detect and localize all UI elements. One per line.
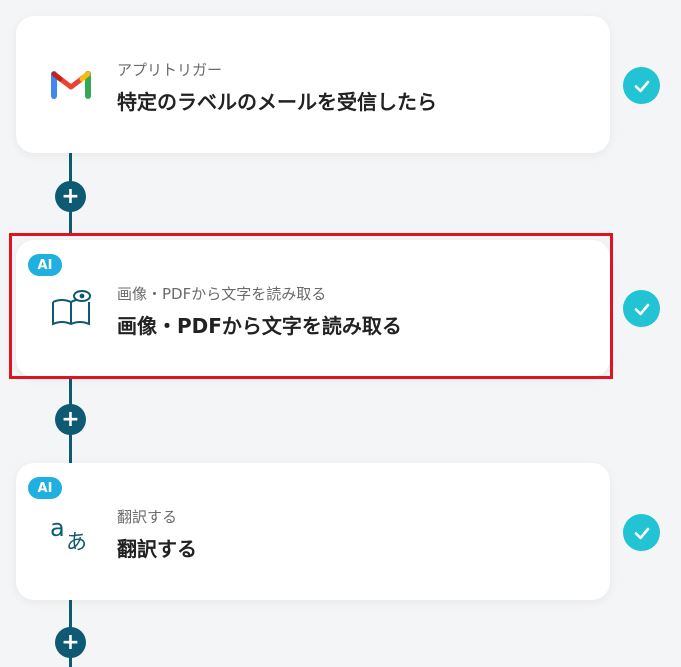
step-sublabel: 画像・PDFから文字を読み取る <box>117 285 327 303</box>
step-sublabel: 翻訳する <box>117 508 178 526</box>
svg-text:あ: あ <box>66 530 87 553</box>
step-title: 特定のラベルのメールを受信したら <box>117 90 437 114</box>
book-eye-icon <box>49 286 93 330</box>
ai-badge: AI <box>28 254 62 276</box>
add-step-button[interactable]: + <box>55 404 86 435</box>
step-title: 画像・PDFから文字を読み取る <box>117 314 402 338</box>
check-icon <box>623 514 660 551</box>
check-icon <box>623 67 660 104</box>
add-step-button[interactable]: + <box>55 627 86 658</box>
translate-icon: a あ <box>49 509 93 553</box>
svg-text:a: a <box>50 514 65 542</box>
ai-badge: AI <box>28 477 62 499</box>
add-step-button[interactable]: + <box>55 181 86 212</box>
step-sublabel: アプリトリガー <box>117 61 223 79</box>
step-card-gmail-trigger[interactable]: アプリトリガー 特定のラベルのメールを受信したら <box>16 16 610 153</box>
check-icon <box>623 290 660 327</box>
step-card-ocr[interactable]: 画像・PDFから文字を読み取る 画像・PDFから文字を読み取る <box>16 240 610 377</box>
step-title: 翻訳する <box>117 537 197 561</box>
gmail-icon <box>49 62 93 106</box>
step-card-translate[interactable]: a あ 翻訳する 翻訳する <box>16 463 610 600</box>
